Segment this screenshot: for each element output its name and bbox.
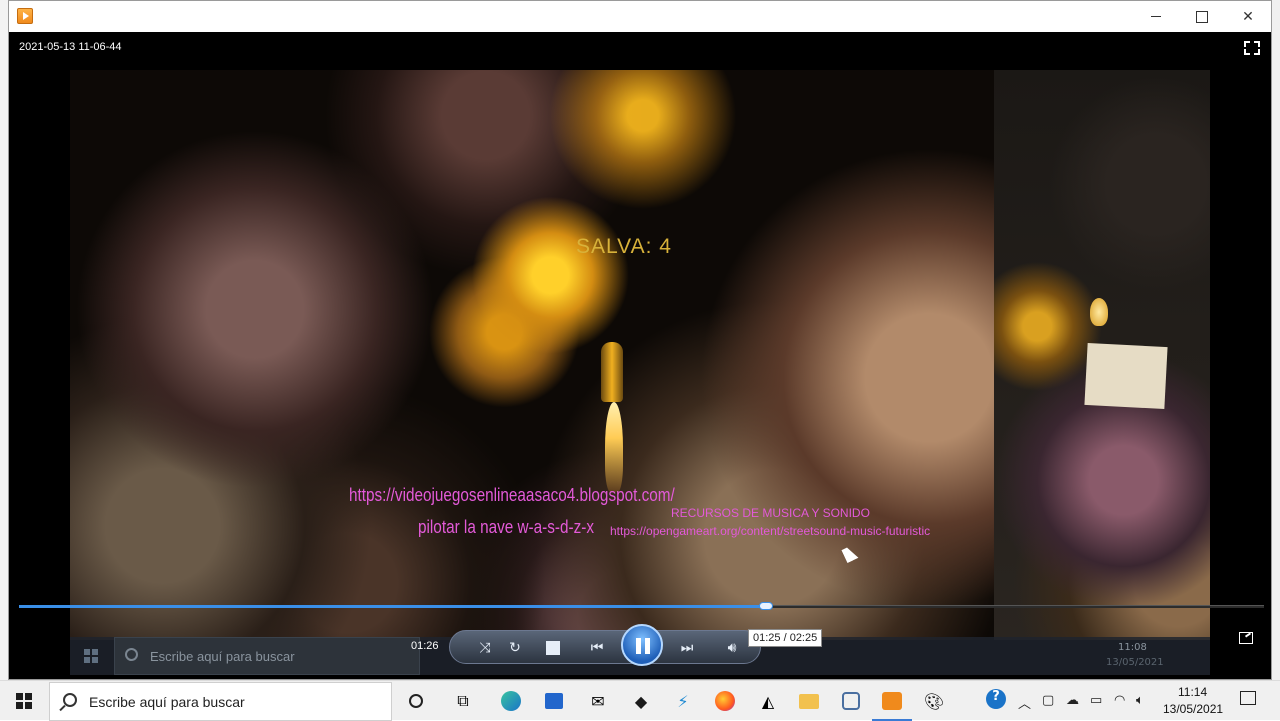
volume-icon[interactable]: 🔊︎ xyxy=(722,639,742,657)
media-player-icon[interactable] xyxy=(872,689,912,721)
shuffle-icon[interactable]: ⤨ xyxy=(476,639,494,657)
device-icon[interactable]: ▢ xyxy=(1042,693,1054,708)
embedded-start-icon xyxy=(84,649,98,663)
embedded-search-placeholder: Escribe aquí para buscar xyxy=(150,649,295,664)
search-icon xyxy=(63,693,77,707)
cloud-icon[interactable]: ☁ xyxy=(1066,693,1079,708)
seek-progress xyxy=(19,605,766,608)
cortana-icon[interactable] xyxy=(404,689,428,713)
title-bar[interactable]: ✕ xyxy=(9,1,1271,32)
fullscreen-toggle-icon[interactable] xyxy=(1244,41,1260,55)
battery-icon[interactable]: ▭ xyxy=(1090,693,1102,708)
switch-to-miniplayer-icon[interactable] xyxy=(1239,632,1253,644)
dropbox-icon[interactable]: ◆ xyxy=(629,689,653,713)
pause-button[interactable] xyxy=(621,624,663,666)
blog-link-text: https://videojuegosenlineaasaco4.blogspo… xyxy=(349,485,675,505)
side-flame xyxy=(1090,298,1108,326)
elapsed-time: 01:26 xyxy=(411,640,439,652)
taskbar-search-placeholder: Escribe aquí para buscar xyxy=(89,694,245,710)
desktop-edge-right xyxy=(1272,0,1280,680)
notifications-icon[interactable] xyxy=(1240,691,1256,705)
embedded-clock-time: 11:08 xyxy=(1118,642,1147,653)
task-view-icon[interactable]: ⧉ xyxy=(451,689,475,713)
minimize-button[interactable] xyxy=(1133,1,1179,32)
media-player-icon xyxy=(17,8,33,24)
edge-icon[interactable] xyxy=(499,689,523,713)
game-scene-side xyxy=(994,70,1210,640)
chevron-up-icon[interactable]: ︿ xyxy=(1018,693,1031,712)
windows-taskbar: Escribe aquí para buscar ⧉ ✉ ◆ ⚡ ◭ 🎨︎ ? … xyxy=(0,680,1280,721)
speaker-icon[interactable]: 🔈︎ xyxy=(1136,693,1144,708)
close-button[interactable]: ✕ xyxy=(1225,1,1271,32)
side-panel xyxy=(1084,342,1168,410)
time-tooltip: 01:25 / 02:25 xyxy=(748,629,823,647)
store-icon[interactable] xyxy=(542,689,566,713)
controls-hint-text: pilotar la nave w-a-s-d-z-x xyxy=(418,517,595,537)
credits-url: https://opengameart.org/content/streetso… xyxy=(610,524,931,538)
embedded-search-box: Escribe aquí para buscar xyxy=(114,637,420,675)
seek-bar[interactable] xyxy=(19,602,1264,610)
video-timestamp: 2021-05-13 11-06-44 xyxy=(19,41,122,53)
previous-icon[interactable]: ⏮ xyxy=(586,639,608,657)
spaceship xyxy=(601,342,623,402)
mail-icon[interactable]: ✉ xyxy=(586,689,610,713)
hud-score: SALVA: 4 xyxy=(576,235,672,258)
clock-time[interactable]: 11:14 xyxy=(1178,685,1207,699)
help-icon[interactable]: ? xyxy=(986,689,1006,709)
player-controls: ⤨ ↻ ⏮ ⏭ 🔊︎ xyxy=(449,630,761,664)
next-icon[interactable]: ⏭ xyxy=(676,639,698,657)
clock-date[interactable]: 13/05/2021 xyxy=(1163,702,1223,716)
search-icon xyxy=(125,648,138,661)
app-icon[interactable] xyxy=(839,689,863,713)
media-player-window: ✕ SALVA: 4 https://videojuegosenlineaasa… xyxy=(8,0,1272,680)
repeat-icon[interactable]: ↻ xyxy=(506,639,524,657)
firefox-icon[interactable] xyxy=(713,689,737,713)
pause-icon xyxy=(636,638,641,654)
visual-studio-code-icon[interactable]: ⚡ xyxy=(671,689,695,713)
unity-icon[interactable]: ◭ xyxy=(756,689,780,713)
taskbar-search-box[interactable]: Escribe aquí para buscar xyxy=(49,682,392,721)
credits-title: RECURSOS DE MUSICA Y SONIDO xyxy=(671,506,870,520)
seek-thumb[interactable] xyxy=(759,602,773,610)
thruster-flame xyxy=(605,402,623,492)
start-button[interactable] xyxy=(16,693,32,709)
stop-icon[interactable] xyxy=(546,641,560,655)
desktop-edge-left xyxy=(0,0,8,680)
wifi-icon[interactable]: ◠ xyxy=(1114,693,1125,708)
video-surface[interactable]: SALVA: 4 https://videojuegosenlineaasaco… xyxy=(9,32,1271,679)
embedded-clock-date: 13/05/2021 xyxy=(1106,657,1164,668)
paint-icon[interactable]: 🎨︎ xyxy=(922,689,946,713)
file-explorer-icon[interactable] xyxy=(797,689,821,713)
maximize-button[interactable] xyxy=(1179,1,1225,32)
